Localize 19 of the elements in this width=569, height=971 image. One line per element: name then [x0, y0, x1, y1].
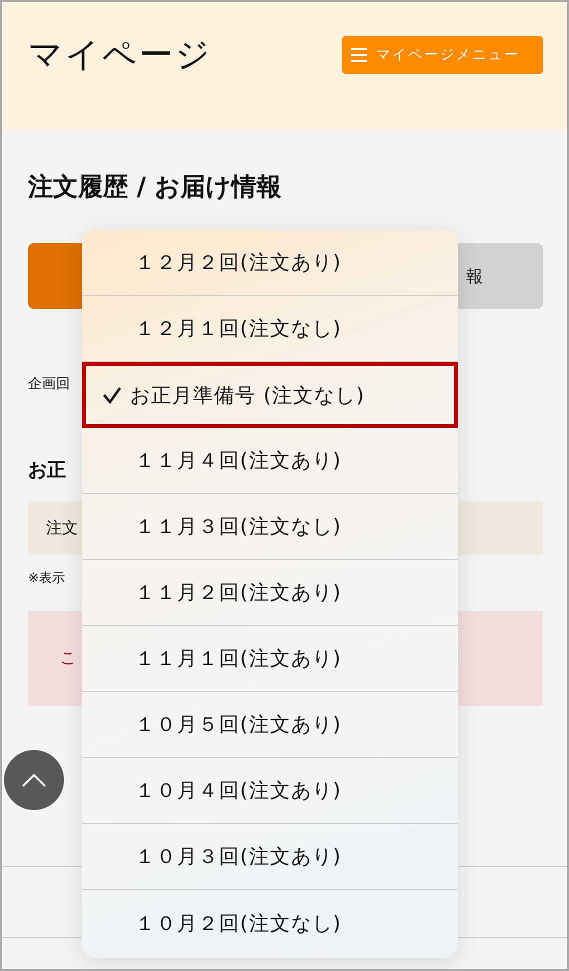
issue-title: お正	[28, 458, 66, 483]
page-title: マイページ	[28, 34, 212, 77]
menu-icon	[350, 47, 368, 63]
dropdown-option[interactable]: １１月２回(注文あり)	[82, 560, 458, 626]
dropdown-option[interactable]: １１月１回(注文あり)	[82, 626, 458, 692]
section-heading: 注文履歴 / お届け情報	[28, 171, 283, 203]
dropdown-option[interactable]: １０月２回(注文なし)	[82, 890, 458, 956]
dropdown-option[interactable]: お正月準備号 (注文なし)	[82, 362, 458, 428]
dropdown-option[interactable]: １０月５回(注文あり)	[82, 692, 458, 758]
chevron-up-icon	[22, 773, 46, 787]
dropdown-option[interactable]: １２月２回(注文あり)	[82, 230, 458, 296]
dropdown-option[interactable]: １１月３回(注文なし)	[82, 494, 458, 560]
note-text: ※表示	[28, 570, 65, 587]
check-icon	[102, 386, 122, 404]
issue-label: 企画回	[28, 375, 70, 393]
dropdown-option[interactable]: １０月３回(注文あり)	[82, 824, 458, 890]
dropdown-option[interactable]: １０月４回(注文あり)	[82, 758, 458, 824]
dropdown-option[interactable]: １２月１回(注文なし)	[82, 296, 458, 362]
dropdown-option[interactable]: １１月４回(注文あり)	[82, 428, 458, 494]
